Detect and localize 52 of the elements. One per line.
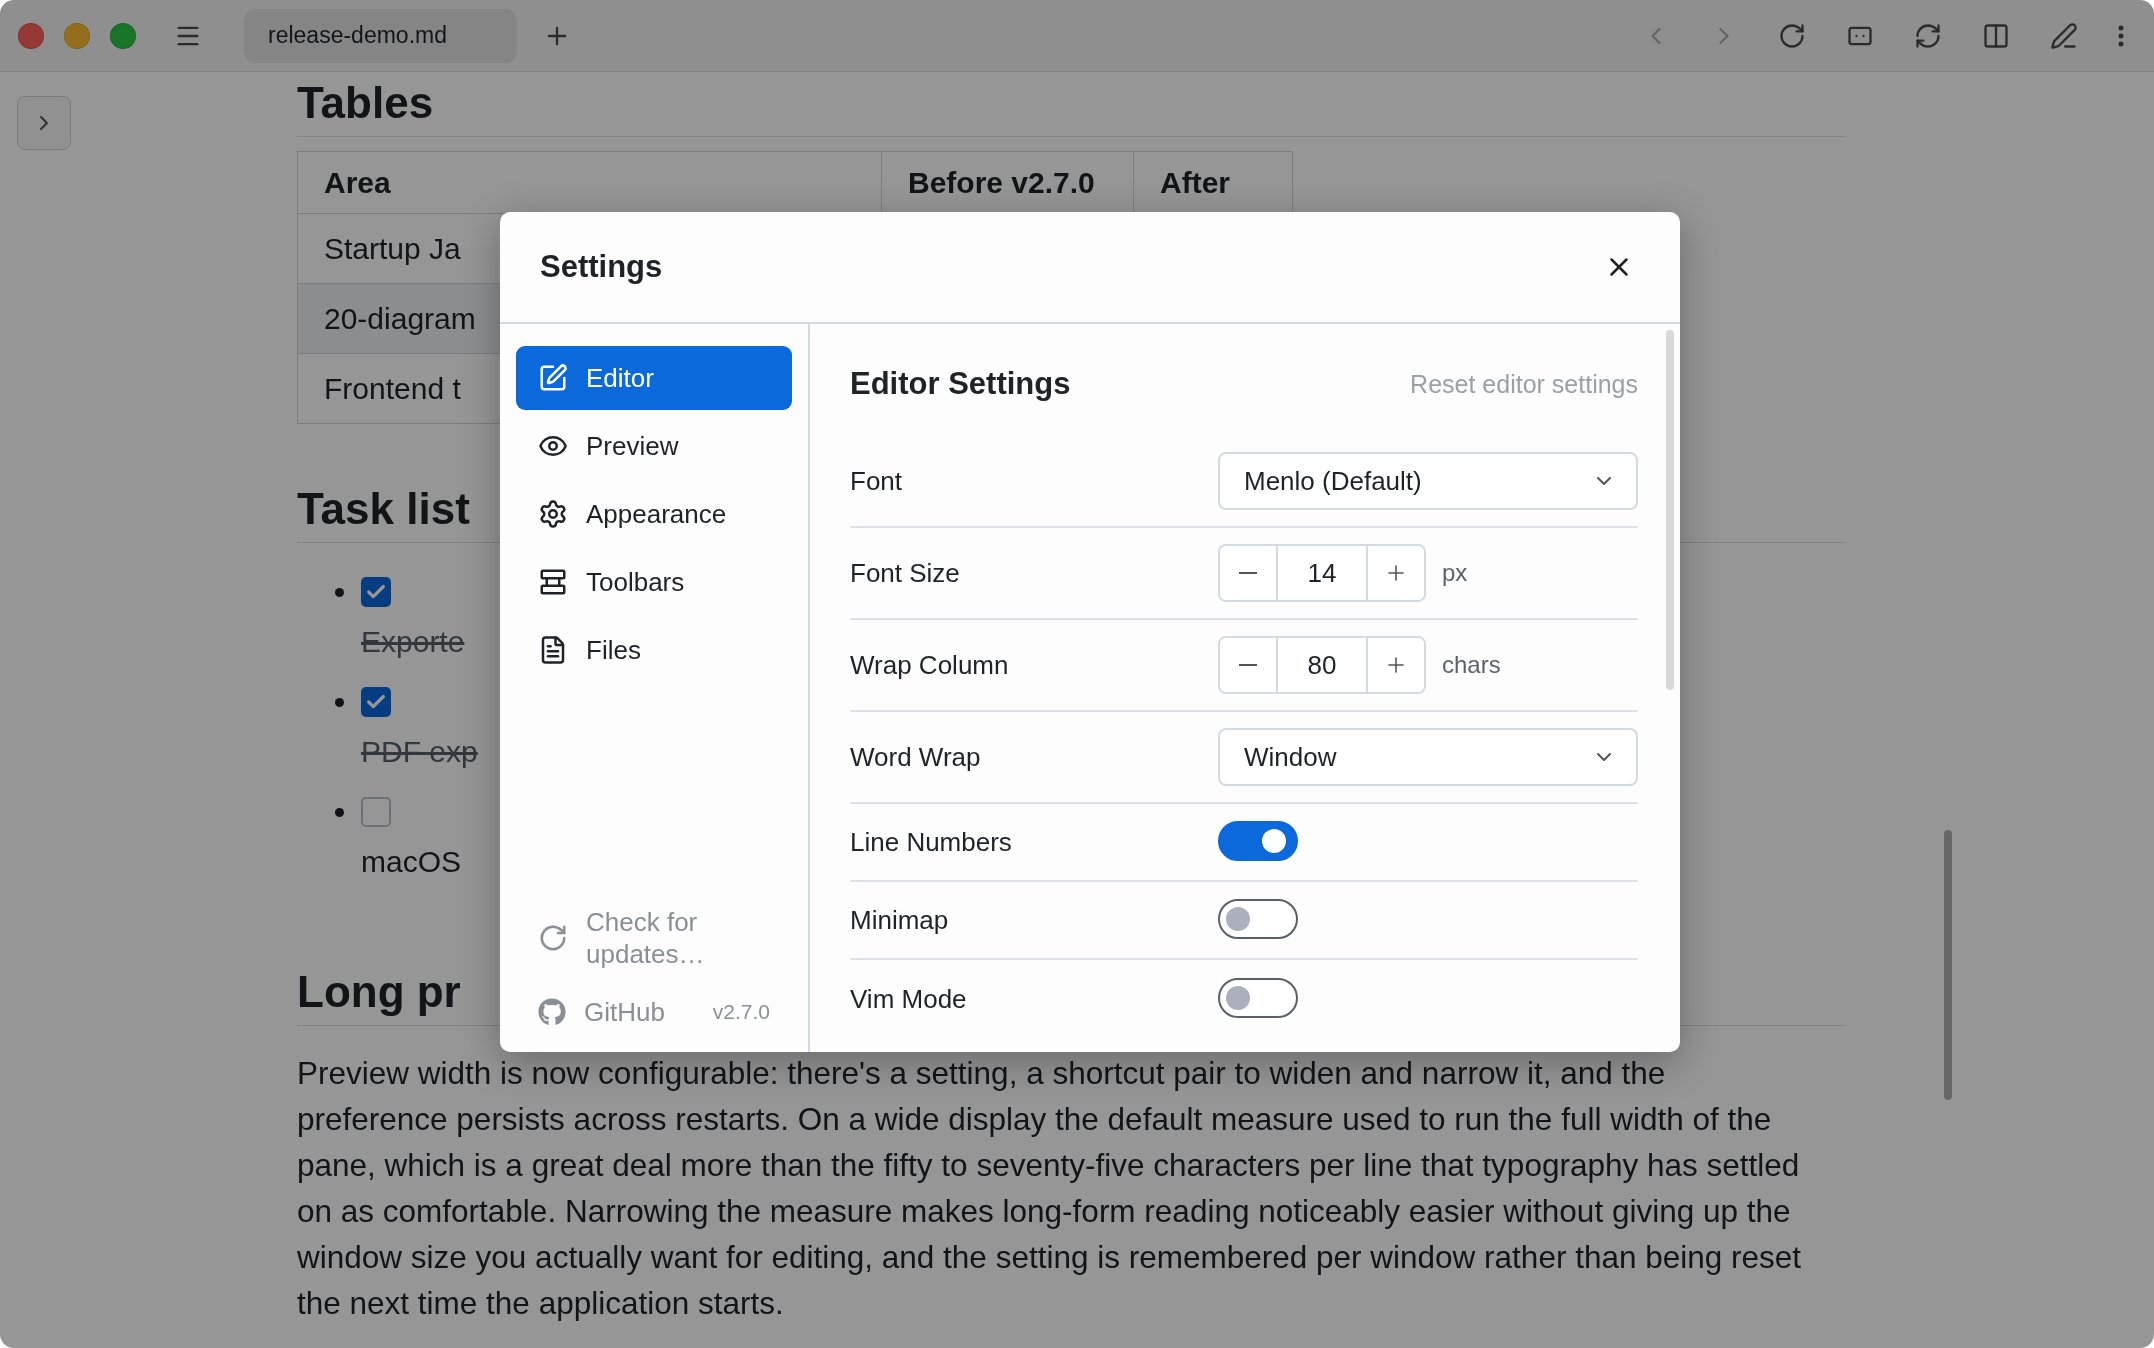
- task-text: macOS: [361, 845, 462, 879]
- dialog-title: Settings: [540, 249, 663, 285]
- nav-item[interactable]: Toolbars: [516, 550, 792, 614]
- unit-label: px: [1442, 559, 1468, 587]
- dropdown-select[interactable]: Menlo (Default): [1218, 452, 1638, 510]
- scrollbar-thumb[interactable]: [1944, 830, 1952, 1100]
- nav-item[interactable]: Appearance: [516, 482, 792, 546]
- setting-label: Minimap: [850, 904, 950, 936]
- close-window-button[interactable]: [18, 22, 44, 49]
- github-icon: [538, 998, 566, 1026]
- edit-icon: [538, 363, 568, 393]
- setting-label: Word Wrap: [850, 741, 982, 773]
- task-checkbox[interactable]: [361, 577, 391, 607]
- setting-label: Font Size: [850, 557, 961, 589]
- gear-icon: [538, 499, 568, 529]
- minus-icon: [1239, 572, 1257, 574]
- zoom-window-button[interactable]: [110, 22, 136, 49]
- setting-label: Line Numbers: [850, 826, 1013, 858]
- refresh-icon: [538, 923, 568, 953]
- minus-icon: [1239, 664, 1257, 666]
- dropdown-select[interactable]: Window: [1218, 728, 1638, 786]
- pencil-icon: [2050, 21, 2078, 50]
- sync-icon: [1914, 21, 1942, 50]
- number-field[interactable]: 80: [1276, 638, 1368, 692]
- version-label: v2.7.0: [712, 1000, 770, 1024]
- nav-item[interactable]: Editor: [516, 346, 792, 410]
- setting-label: Vim Mode: [850, 983, 968, 1015]
- task-text: PDF exp: [361, 735, 478, 769]
- scrollbar-thumb[interactable]: [1666, 330, 1674, 690]
- document-tab[interactable]: release-demo.md: [244, 8, 517, 63]
- task-text: Exporte: [361, 625, 465, 659]
- sidebar-toggle-button[interactable]: [17, 96, 71, 150]
- bullet-icon: [334, 697, 344, 707]
- number-stepper[interactable]: 14: [1218, 544, 1426, 602]
- toolbars-icon: [538, 567, 568, 597]
- nav-item[interactable]: Files: [516, 618, 792, 682]
- more-icon: [2118, 24, 2124, 47]
- section-heading: Tables: [297, 78, 1845, 137]
- split-view-icon: [1982, 21, 2010, 50]
- number-stepper[interactable]: 80: [1218, 636, 1426, 694]
- unit-label: chars: [1442, 651, 1501, 679]
- task-checkbox[interactable]: [361, 797, 391, 827]
- toggle-switch[interactable]: [1218, 899, 1298, 939]
- toggle-switch[interactable]: [1218, 821, 1298, 861]
- toggle-switch[interactable]: [1218, 978, 1298, 1018]
- bullet-icon: [334, 587, 344, 597]
- number-field[interactable]: 14: [1276, 546, 1368, 600]
- paragraph: Preview width is now configurable: there's a setting, a shortcut pair to widen and narrow it, and the preference persists across restarts. On a wide display the default measure used to run the full width of the pane, which is a great deal more than the fifty to seventy-five characters per line that typography has settled on as comfortable. Narrowing the measure makes long-form reading noticeably easier without giving up the window size you actually want for editing, and the setting is remembered per window rather than being reset the next time the application starts.: [297, 1054, 1803, 1323]
- setting-label: Wrap Column: [850, 649, 1010, 681]
- bullet-icon: [334, 807, 344, 817]
- reload-icon: [1778, 21, 1806, 50]
- task-checkbox[interactable]: [361, 687, 391, 717]
